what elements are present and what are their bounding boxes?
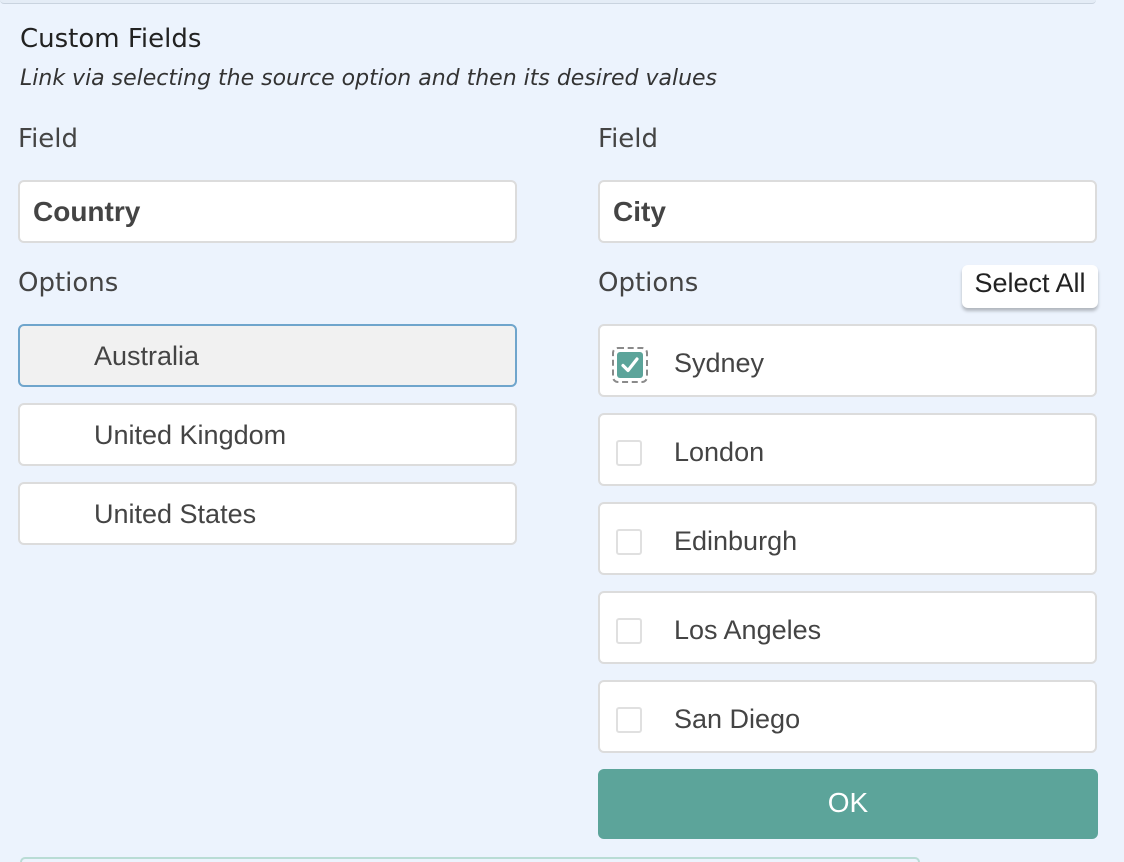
option-checkbox[interactable] <box>616 618 642 644</box>
target-option-label: Edinburgh <box>674 526 798 556</box>
target-option-label: Los Angeles <box>674 615 822 645</box>
next-panel-edge <box>20 857 920 862</box>
source-option-label: Australia <box>94 341 200 371</box>
ok-button[interactable]: OK <box>598 769 1098 839</box>
source-option-label: United States <box>94 499 257 529</box>
target-option-label: San Diego <box>674 704 801 734</box>
target-option-edinburgh[interactable]: Edinburgh <box>598 502 1097 575</box>
select-all-button[interactable]: Select All <box>962 265 1098 308</box>
target-option-label: London <box>674 437 765 467</box>
source-field-label: Field <box>18 124 79 154</box>
source-option-united-states[interactable]: United States <box>18 482 517 545</box>
target-option-los-angeles[interactable]: Los Angeles <box>598 591 1097 664</box>
panel-top-edge <box>0 0 1096 4</box>
source-field-input[interactable]: Country <box>18 180 517 243</box>
source-option-australia[interactable]: Australia <box>18 324 517 387</box>
target-options-label: Options <box>598 268 699 298</box>
target-field-label: Field <box>598 124 659 154</box>
target-option-label: Sydney <box>674 348 765 378</box>
option-checkbox[interactable] <box>612 347 648 383</box>
option-checkbox[interactable] <box>616 707 642 733</box>
checkmark-icon <box>617 352 643 378</box>
source-options-label: Options <box>18 268 119 298</box>
target-option-sydney[interactable]: Sydney <box>598 324 1097 397</box>
option-checkbox[interactable] <box>616 529 642 555</box>
source-option-label: United Kingdom <box>94 420 287 450</box>
source-option-united-kingdom[interactable]: United Kingdom <box>18 403 517 466</box>
section-subtitle: Link via selecting the source option and… <box>20 66 718 91</box>
target-field-input[interactable]: City <box>598 180 1097 243</box>
target-option-london[interactable]: London <box>598 413 1097 486</box>
target-option-san-diego[interactable]: San Diego <box>598 680 1097 753</box>
section-title: Custom Fields <box>20 24 202 54</box>
option-checkbox[interactable] <box>616 440 642 466</box>
